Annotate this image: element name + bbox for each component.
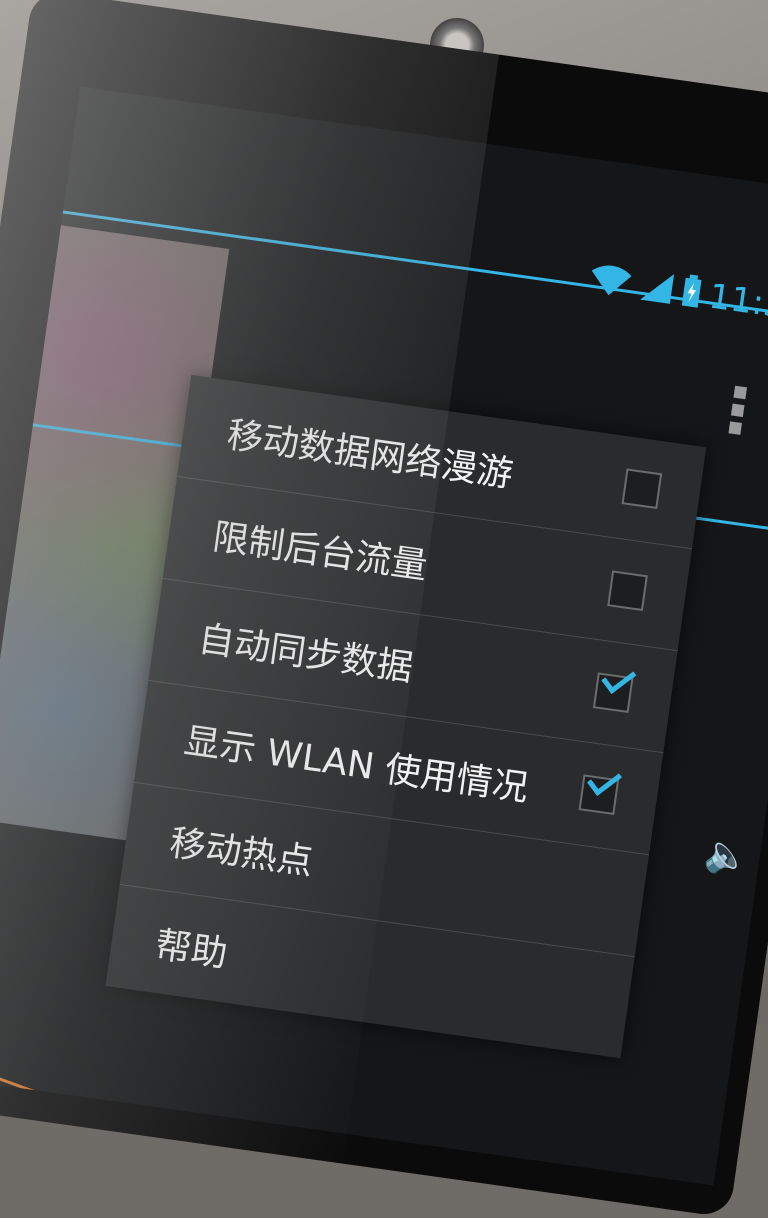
phone: 11:37 🔈 移动数据网络漫游 限制后台流量 自动同步数据 显示 WLAN 使… — [0, 0, 768, 1218]
speaker-icon: 🔈 — [702, 832, 753, 880]
show-wlan-checkbox[interactable] — [578, 763, 622, 816]
clock: 11:37 — [706, 276, 768, 330]
check-icon — [587, 763, 622, 796]
signal-icon — [637, 268, 676, 310]
options-menu: 移动数据网络漫游 限制后台流量 自动同步数据 显示 WLAN 使用情况 移动热点… — [105, 374, 707, 1059]
menu-item-label: 移动数据网络漫游 — [224, 414, 516, 496]
chart-line — [0, 1057, 321, 1186]
battery-charging-icon — [679, 274, 704, 314]
auto-sync-checkbox[interactable] — [592, 661, 637, 714]
status-bar: 11:37 — [586, 259, 768, 330]
menu-item-label: 移动热点 — [167, 822, 316, 884]
wifi-icon — [586, 260, 635, 304]
menu-item-label: 限制后台流量 — [210, 516, 430, 588]
restrict-background-checkbox[interactable] — [607, 570, 648, 612]
menu-item-label: 帮助 — [152, 924, 230, 976]
data-roaming-checkbox[interactable] — [621, 468, 663, 510]
overflow-menu-icon[interactable] — [728, 385, 748, 435]
check-icon — [601, 661, 637, 694]
screen: 11:37 🔈 移动数据网络漫游 限制后台流量 自动同步数据 显示 WLAN 使… — [0, 86, 768, 1186]
menu-item-label: 自动同步数据 — [195, 618, 416, 690]
